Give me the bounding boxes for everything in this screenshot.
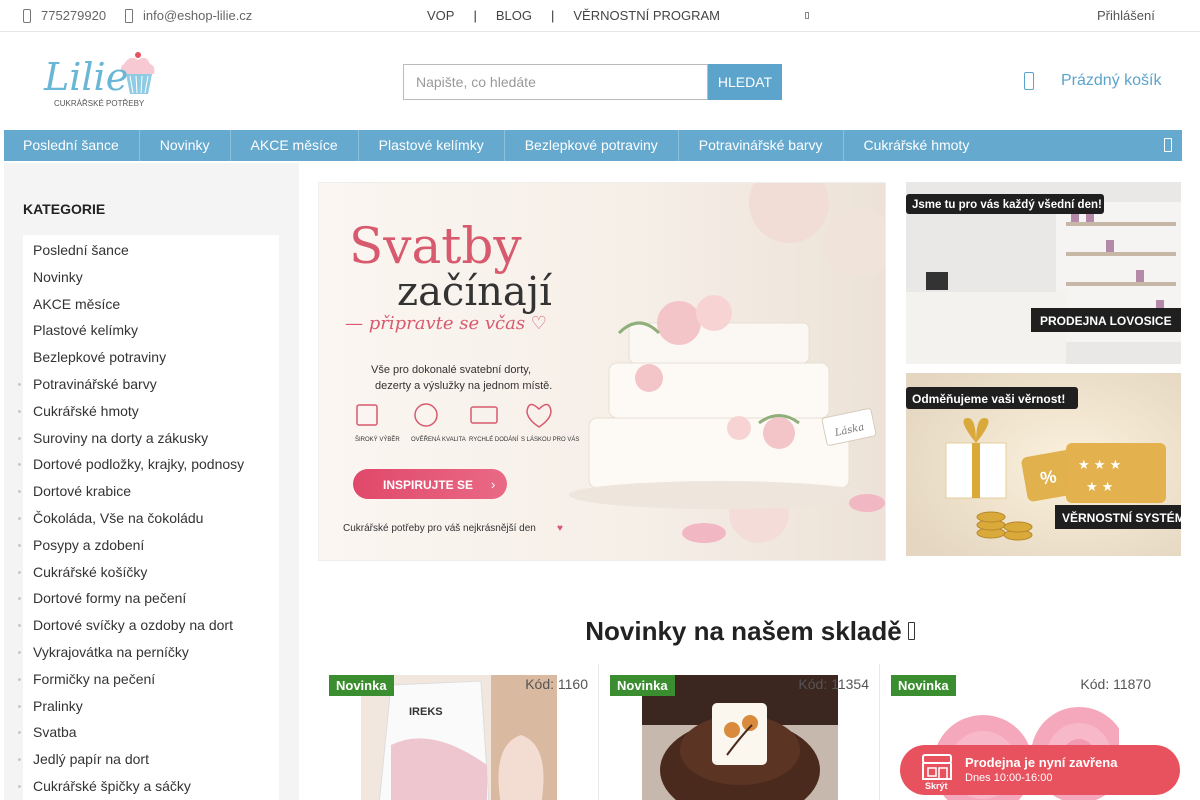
main-nav: Poslední šance Novinky AKCE měsíce Plast… [4, 130, 1182, 161]
svg-text:♥: ♥ [557, 523, 563, 534]
hero-title: Svatby [349, 217, 522, 275]
category-item[interactable]: Čokoláda, Vše na čokoládu [18, 505, 279, 532]
email-address: info@eshop-lilie.cz [143, 8, 253, 23]
category-list: Poslední šance Novinky AKCE měsíce Plast… [18, 235, 279, 800]
category-item[interactable]: Poslední šance [23, 237, 279, 264]
product-card[interactable]: IREKS Novinka Kód: 1160 [318, 664, 599, 800]
product-code: Kód: 11870 [1080, 676, 1151, 692]
svg-text:%: % [1039, 466, 1058, 488]
store-banner[interactable]: Jsme tu pro vás každý všední den! PRODEJ… [906, 182, 1181, 364]
svg-text:OVĚŘENÁ KVALITA: OVĚŘENÁ KVALITA [411, 435, 466, 443]
category-item[interactable]: Dortové formy na pečení [18, 585, 279, 612]
loyalty-banner-label: VĚRNOSTNÍ SYSTÉM [1062, 510, 1181, 525]
category-item[interactable]: Bezlepkové potraviny [23, 344, 279, 371]
svg-text:★ ★: ★ ★ [1086, 480, 1113, 495]
hide-button[interactable]: Skrýt [925, 781, 948, 791]
vop-link[interactable]: VOP [427, 8, 454, 23]
store-banner-title: Jsme tu pro vás každý všední den! [912, 199, 1102, 211]
category-item[interactable]: Svatba [18, 719, 279, 746]
divider: | [550, 8, 555, 23]
svg-text:INSPIRUJTE SE: INSPIRUJTE SE [383, 478, 473, 492]
category-item[interactable]: Cukrářské košíčky [18, 559, 279, 586]
login-link[interactable]: Přihlášení [1097, 8, 1155, 23]
nav-item-new[interactable]: Novinky [140, 130, 231, 161]
nav-item-sale[interactable]: AKCE měsíce [231, 130, 359, 161]
svg-text:dezerty a výslužky na jednom m: dezerty a výslužky na jednom místě. [375, 380, 552, 392]
top-bar: 775279920 info@eshop-lilie.cz VOP | BLOG… [0, 0, 1200, 32]
nav-item-plastic-cups[interactable]: Plastové kelímky [359, 130, 505, 161]
hero-subtitle: — připravte se včas ♡ [345, 313, 547, 334]
nav-item-food-colors[interactable]: Potravinářské barvy [679, 130, 844, 161]
nav-more-icon[interactable] [1164, 138, 1172, 152]
category-item[interactable]: Posypy a zdobení [18, 532, 279, 559]
category-item[interactable]: Cukrářské hmoty [18, 398, 279, 425]
category-item[interactable]: Jedlý papír na dort [18, 746, 279, 773]
svg-text:S LÁSKOU PRO VÁS: S LÁSKOU PRO VÁS [521, 436, 579, 443]
product-code: Kód: 1160 [525, 676, 588, 692]
svg-text:★ ★ ★: ★ ★ ★ [1078, 458, 1121, 473]
store-status-title: Prodejna je nyní zavřena [965, 755, 1118, 770]
hero-banner[interactable]: Láska Svatby začínají — připravte se vča… [318, 182, 886, 561]
cart-link[interactable]: Prázdný košík [1024, 72, 1161, 90]
new-badge: Novinka [329, 675, 394, 696]
svg-text:RYCHLÉ DODÁNÍ: RYCHLÉ DODÁNÍ [469, 436, 519, 443]
phone-number: 775279920 [41, 8, 107, 23]
email-link[interactable]: info@eshop-lilie.cz [125, 8, 252, 23]
divider: | [473, 8, 477, 23]
loyalty-banner[interactable]: % ★ ★ ★ ★ ★ Odměňujeme vaši věrnost! VĚR… [906, 373, 1181, 556]
logo-tagline: CUKRÁŘSKÉ POTŘEBY [54, 99, 145, 108]
blog-link[interactable]: BLOG [496, 8, 532, 23]
store-status-widget[interactable]: Skrýt Prodejna je nyní zavřena Dnes 10:0… [900, 745, 1180, 795]
menu-icon[interactable] [805, 12, 809, 19]
hero-footer: Cukrářské potřeby pro váš nejkrásnější d… [343, 523, 536, 534]
category-item[interactable]: Suroviny na dorty a zákusky [18, 425, 279, 452]
store-banner-label: PRODEJNA LOVOSICE [1040, 314, 1172, 328]
nav-item-last-chance[interactable]: Poslední šance [4, 130, 140, 161]
new-products-title: Novinky na našem skladě [318, 616, 1182, 647]
category-item[interactable]: Potravinářské barvy [18, 371, 279, 398]
category-item[interactable]: Novinky [23, 264, 279, 291]
product-card[interactable]: Novinka Kód: 11354 [599, 664, 880, 800]
sidebar: KATEGORIE Poslední šance Novinky AKCE mě… [4, 163, 299, 800]
search-input[interactable] [403, 64, 708, 100]
loyalty-banner-title: Odměňujeme vaši věrnost! [912, 392, 1065, 406]
new-badge: Novinka [891, 675, 956, 696]
cart-label: Prázdný košík [1061, 72, 1162, 89]
sidebar-title: KATEGORIE [23, 201, 106, 217]
category-item[interactable]: Cukrářské špičky a sáčky [18, 773, 279, 800]
category-item[interactable]: Dortové krabice [18, 478, 279, 505]
nav-item-gluten-free[interactable]: Bezlepkové potraviny [505, 130, 679, 161]
nav-item-sugar-paste[interactable]: Cukrářské hmoty [844, 130, 990, 161]
phone-icon [23, 8, 31, 23]
hero-desc: Vše pro dokonalé svatební dorty, [371, 364, 531, 376]
svg-text:ŠIROKÝ VÝBĚR: ŠIROKÝ VÝBĚR [355, 435, 400, 443]
category-item[interactable]: Pralinky [18, 693, 279, 720]
category-item[interactable]: AKCE měsíce [23, 291, 279, 318]
gift-icon [907, 622, 915, 641]
svg-text:›: › [491, 477, 495, 492]
category-item[interactable]: Vykrajovátka na perníčky [18, 639, 279, 666]
product-code: Kód: 11354 [798, 676, 869, 692]
email-icon [125, 8, 133, 23]
top-links: VOP | BLOG | VĚRNOSTNÍ PROGRAM [427, 8, 720, 23]
category-item[interactable]: Dortové podložky, krajky, podnosy [18, 451, 279, 478]
hero-title-2: začínají [397, 269, 553, 315]
store-hours: Dnes 10:00-16:00 [965, 772, 1053, 784]
logo[interactable]: Lilie CUKRÁŘSKÉ POTŘEBY [24, 46, 172, 112]
phone-link[interactable]: 775279920 [23, 8, 106, 23]
svg-text:IREKS: IREKS [409, 706, 443, 718]
category-item[interactable]: Dortové svíčky a ozdoby na dort [18, 612, 279, 639]
search-bar: HLEDAT [403, 64, 782, 100]
search-button[interactable]: HLEDAT [708, 64, 782, 100]
new-badge: Novinka [610, 675, 675, 696]
loyalty-program-link[interactable]: VĚRNOSTNÍ PROGRAM [573, 8, 720, 23]
logo-text: Lilie [43, 55, 128, 99]
category-item[interactable]: Formičky na pečení [18, 666, 279, 693]
cart-icon [1024, 72, 1034, 90]
category-item[interactable]: Plastové kelímky [23, 317, 279, 344]
